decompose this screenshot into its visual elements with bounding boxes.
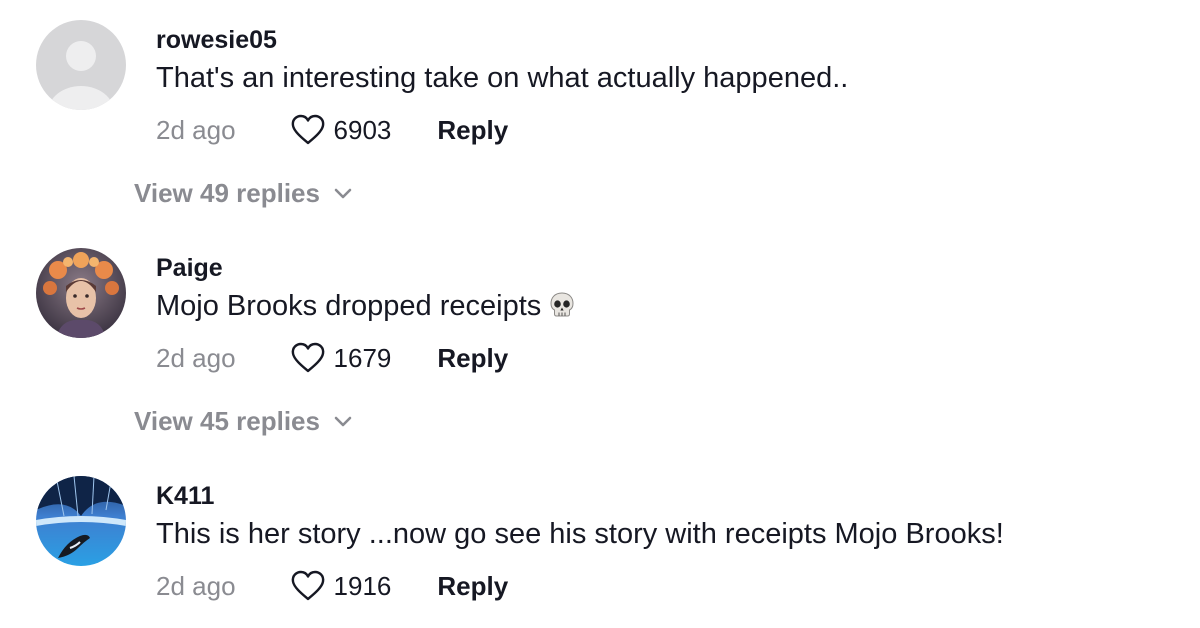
- illustrated-woman-avatar[interactable]: [36, 248, 126, 338]
- comment-text-body: Mojo Brooks dropped receipts: [156, 290, 542, 322]
- heart-outline-icon: [291, 342, 324, 373]
- comment-text: This is her story ...now go see his stor…: [156, 518, 1004, 550]
- comment-username[interactable]: Paige: [156, 254, 223, 283]
- comment-time: 2d ago: [156, 342, 236, 373]
- view-replies-button[interactable]: View 49 replies: [134, 178, 354, 209]
- default-avatar-icon[interactable]: [36, 20, 126, 110]
- like-button[interactable]: 1679: [290, 342, 392, 374]
- like-count: 1916: [333, 570, 392, 601]
- comment-time: 2d ago: [156, 570, 236, 601]
- comment-username[interactable]: K411: [156, 482, 214, 511]
- heart-outline-icon: [291, 570, 324, 601]
- view-replies-label: View 45 replies: [134, 406, 320, 436]
- view-replies-button[interactable]: View 45 replies: [134, 406, 354, 437]
- like-button[interactable]: 6903: [290, 114, 392, 146]
- comment-time: 2d ago: [156, 114, 236, 145]
- skull-emoji: [549, 291, 575, 327]
- reply-button[interactable]: Reply: [437, 343, 508, 374]
- comment-meta: 2d ago 1679 Reply: [156, 338, 508, 378]
- chevron-down-icon: [334, 188, 352, 198]
- chevron-down-icon: [334, 416, 352, 426]
- comment-text: Mojo Brooks dropped receipts: [156, 290, 575, 327]
- view-replies-label: View 49 replies: [134, 178, 320, 208]
- ocean-orca-avatar[interactable]: [36, 476, 126, 566]
- comment-meta: 2d ago 6903 Reply: [156, 110, 508, 150]
- comment-meta: 2d ago 1916 Reply: [156, 566, 508, 606]
- comment-text: That's an interesting take on what actua…: [156, 62, 849, 94]
- like-button[interactable]: 1916: [290, 570, 392, 602]
- comment-username[interactable]: rowesie05: [156, 26, 277, 55]
- like-count: 1679: [333, 342, 392, 373]
- like-count: 6903: [333, 114, 392, 145]
- heart-outline-icon: [291, 114, 324, 145]
- reply-button[interactable]: Reply: [437, 571, 508, 602]
- reply-button[interactable]: Reply: [437, 115, 508, 146]
